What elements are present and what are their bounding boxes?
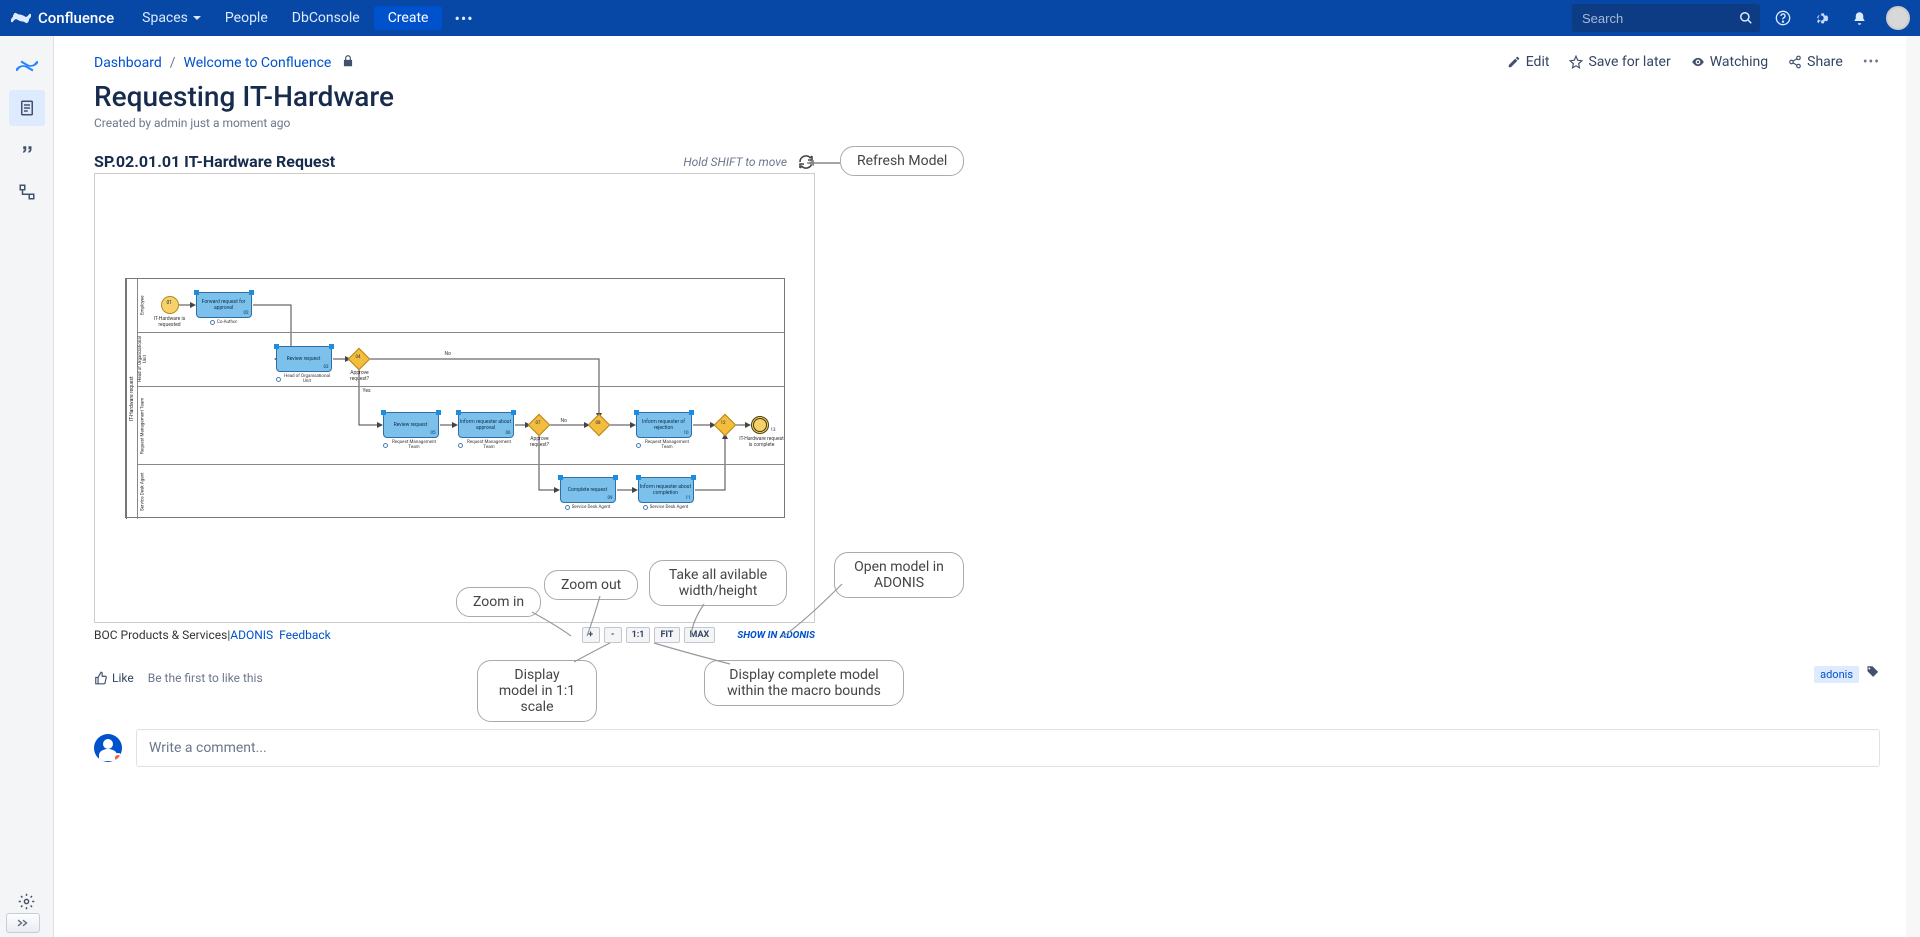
- refresh-icon[interactable]: [797, 153, 815, 171]
- zoom-controls: + - 1:1 FIT MAX SHOW IN ADONIS: [582, 627, 815, 643]
- zoom-in-button[interactable]: +: [582, 627, 600, 643]
- feedback-link[interactable]: Feedback: [279, 628, 331, 642]
- help-icon[interactable]: [1768, 3, 1798, 33]
- edit-button[interactable]: Edit: [1507, 54, 1550, 70]
- breadcrumb-dashboard[interactable]: Dashboard: [94, 55, 162, 71]
- page-actions-bar: Edit Save for later Watching Share •••: [1507, 54, 1880, 70]
- task-review-1: Review request03: [276, 346, 332, 372]
- nav-spaces[interactable]: Spaces: [132, 6, 211, 30]
- callout-open-adonis: Open model in ADONIS: [834, 552, 964, 598]
- sidebar-space-icon[interactable]: [9, 48, 45, 84]
- task-inform-reject: Inform requester of rejection10: [636, 412, 692, 438]
- left-sidebar: [0, 36, 54, 937]
- callout-scale11: Display model in 1:1 scale: [477, 660, 597, 722]
- show-in-adonis-link[interactable]: SHOW IN ADONIS: [737, 630, 815, 641]
- macro-footer: BOC Products & Services | ADONIS Feedbac…: [94, 627, 815, 643]
- task-forward: Forward request for approval02: [196, 292, 252, 318]
- lane-head: Head of Organizational Unit: [137, 333, 784, 387]
- callout-complete: Display complete model within the macro …: [704, 660, 904, 706]
- zoom-fit-button[interactable]: FIT: [654, 627, 679, 643]
- macro-title: SP.02.01.01 IT-Hardware Request: [94, 152, 683, 171]
- task-inform-complete: Inform requester about completion11: [638, 477, 694, 503]
- main-layout: Edit Save for later Watching Share ••• D…: [0, 36, 1920, 937]
- nav-people[interactable]: People: [215, 6, 278, 30]
- search-box: [1572, 4, 1760, 32]
- task-review-2: Review request05: [383, 412, 439, 438]
- product-name: Confluence: [38, 9, 114, 27]
- nav-more-button[interactable]: •••: [446, 5, 481, 32]
- comment-input[interactable]: Write a comment...: [136, 729, 1880, 767]
- nav-dbconsole[interactable]: DbConsole: [282, 6, 370, 30]
- sidebar-quote-icon[interactable]: [9, 132, 45, 168]
- confluence-icon: [10, 7, 32, 29]
- sidebar-tree-icon[interactable]: [9, 174, 45, 210]
- comment-avatar: [94, 734, 122, 762]
- restrictions-icon[interactable]: [341, 54, 355, 72]
- tag-row: adonis: [1814, 665, 1880, 684]
- zoom-11-button[interactable]: 1:1: [626, 627, 651, 643]
- create-button[interactable]: Create: [374, 6, 443, 30]
- labels-icon[interactable]: [1865, 665, 1880, 684]
- start-event-label: IT-Hardware is requested: [147, 316, 193, 328]
- product-logo[interactable]: Confluence: [10, 7, 114, 29]
- end-event: [751, 416, 769, 434]
- boc-label: BOC Products & Services: [94, 628, 227, 642]
- watching-button[interactable]: Watching: [1691, 54, 1768, 70]
- comment-bar: Write a comment...: [94, 729, 1880, 767]
- page-title: Requesting IT-Hardware: [94, 80, 1880, 113]
- page-more-button[interactable]: •••: [1863, 54, 1880, 70]
- callout-zoom-in: Zoom in: [456, 587, 541, 617]
- header-nav: Spaces People DbConsole Create •••: [132, 5, 482, 32]
- like-row: Like Be the first to like this: [94, 671, 1880, 685]
- tag-adonis[interactable]: adonis: [1814, 666, 1859, 683]
- sidebar-pages-icon[interactable]: [9, 90, 45, 126]
- end-event-label: IT-Hardware request is complete: [739, 436, 785, 448]
- scrollbar-track[interactable]: [1906, 36, 1920, 937]
- page-byline: Created by admin just a moment ago: [94, 116, 1880, 130]
- macro-header: SP.02.01.01 IT-Hardware Request Hold SHI…: [94, 152, 815, 171]
- expand-sidebar-button[interactable]: [6, 913, 40, 933]
- callout-refresh: Refresh Model: [840, 146, 964, 176]
- save-for-later-button[interactable]: Save for later: [1569, 54, 1670, 70]
- header-right: [1572, 3, 1910, 33]
- breadcrumb-welcome[interactable]: Welcome to Confluence: [184, 55, 332, 71]
- like-button[interactable]: Like: [94, 671, 134, 685]
- app-header: Confluence Spaces People DbConsole Creat…: [0, 0, 1920, 36]
- user-avatar[interactable]: [1886, 6, 1910, 30]
- search-icon[interactable]: [1732, 4, 1760, 32]
- task-complete: Complete request09: [560, 477, 616, 503]
- move-hint: Hold SHIFT to move: [683, 155, 787, 169]
- zoom-max-button[interactable]: MAX: [684, 627, 716, 643]
- callout-take-wh: Take all avilable width/height: [649, 560, 787, 606]
- zoom-out-button[interactable]: -: [604, 627, 622, 643]
- page-content: Edit Save for later Watching Share ••• D…: [54, 36, 1920, 937]
- share-button[interactable]: Share: [1788, 54, 1843, 70]
- macro-area: SP.02.01.01 IT-Hardware Request Hold SHI…: [94, 152, 1054, 643]
- search-input[interactable]: [1572, 7, 1732, 30]
- adonis-link[interactable]: ADONIS: [230, 628, 273, 642]
- pool-label: IT-Hardware request: [126, 279, 137, 519]
- chevron-down-icon: [193, 16, 201, 20]
- settings-icon[interactable]: [1806, 3, 1836, 33]
- notifications-icon[interactable]: [1844, 3, 1874, 33]
- like-hint: Be the first to like this: [148, 671, 263, 685]
- callout-zoom-out: Zoom out: [544, 570, 638, 600]
- bpmn-diagram: IT-Hardware request Employee Head of Org…: [125, 278, 785, 518]
- task-inform-approval: Inform requester about approval06: [458, 412, 514, 438]
- model-viewport[interactable]: IT-Hardware request Employee Head of Org…: [94, 173, 815, 623]
